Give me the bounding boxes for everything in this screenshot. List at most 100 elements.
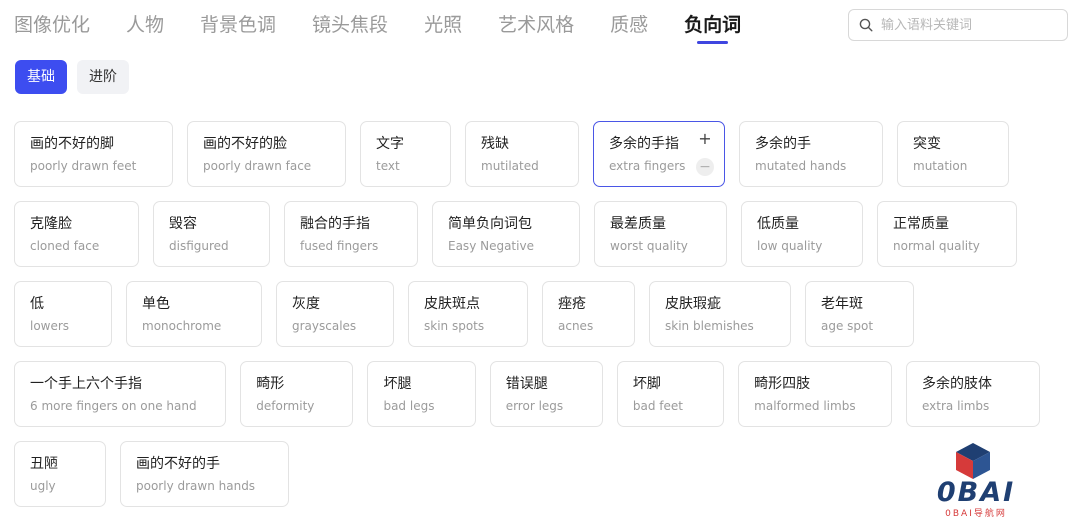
term-en: age spot (821, 319, 874, 333)
term-card[interactable]: 一个手上六个手指 6 more fingers on one hand (14, 361, 227, 427)
term-zh: 多余的手 (755, 136, 811, 152)
term-card[interactable]: 融合的手指 fused fingers (284, 201, 418, 267)
term-zh: 灰度 (292, 296, 320, 312)
term-en: skin blemishes (665, 319, 754, 333)
term-card[interactable]: 多余的手 mutated hands (739, 121, 883, 187)
term-row: 克隆脸 cloned face 毁容 disfigured 融合的手指 fuse… (14, 201, 1054, 267)
term-en: monochrome (142, 319, 222, 333)
tab-art-style[interactable]: 艺术风格 (498, 12, 574, 46)
plus-icon[interactable]: + (696, 130, 714, 148)
tab-background-tone[interactable]: 背景色调 (200, 12, 276, 46)
term-en: 6 more fingers on one hand (30, 399, 197, 413)
term-card[interactable]: 正常质量 normal quality (877, 201, 1017, 267)
logo-text: 0BAI (936, 477, 1016, 508)
term-card[interactable]: 畸形 deformity (240, 361, 354, 427)
tab-person[interactable]: 人物 (126, 12, 164, 46)
term-card[interactable]: 痤疮 acnes (542, 281, 635, 347)
term-card[interactable]: 坏脚 bad feet (616, 361, 725, 427)
term-row: 低 lowers 单色 monochrome 灰度 grayscales 皮肤斑… (14, 281, 1054, 347)
term-card[interactable]: 残缺 mutilated (465, 121, 579, 187)
term-zh: 皮肤瑕疵 (665, 296, 721, 312)
minus-icon[interactable]: − (696, 158, 714, 176)
term-zh: 痤疮 (558, 296, 586, 312)
term-en: poorly drawn face (203, 159, 312, 173)
term-card[interactable]: 单色 monochrome (126, 281, 262, 347)
term-en: acnes (558, 319, 594, 333)
term-zh: 残缺 (481, 136, 509, 152)
term-card-selected[interactable]: 多余的手指 extra fingers + − (593, 121, 725, 187)
term-zh: 画的不好的手 (136, 456, 220, 472)
subtab-advanced[interactable]: 进阶 (77, 60, 129, 94)
term-zh: 老年斑 (821, 296, 863, 312)
term-zh: 畸形 (256, 376, 285, 392)
term-card[interactable]: 多余的肢体 extra limbs (905, 361, 1040, 427)
tab-lens-focal[interactable]: 镜头焦段 (312, 12, 388, 46)
term-card[interactable]: 丑陋 ugly (14, 441, 106, 507)
term-zh: 错误腿 (505, 376, 548, 392)
term-en: mutation (913, 159, 968, 173)
term-card[interactable]: 皮肤斑点 skin spots (408, 281, 528, 347)
term-zh: 低 (30, 296, 44, 312)
term-zh: 多余的手指 (609, 136, 679, 152)
term-en: lowers (30, 319, 70, 333)
term-zh: 最差质量 (610, 216, 666, 232)
term-card[interactable]: 错误腿 error legs (489, 361, 603, 427)
term-en: disfigured (169, 239, 229, 253)
term-en: malformed limbs (754, 399, 856, 413)
prompt-library-page: 图像优化 人物 背景色调 镜头焦段 光照 艺术风格 质感 负向词 基础 进阶 画… (0, 0, 1080, 525)
subtab-basic[interactable]: 基础 (15, 60, 67, 94)
term-en: grayscales (292, 319, 357, 333)
tab-image-optimization[interactable]: 图像优化 (14, 12, 90, 46)
term-card[interactable]: 老年斑 age spot (805, 281, 914, 347)
term-card[interactable]: 最差质量 worst quality (594, 201, 727, 267)
term-card[interactable]: 畸形四肢 malformed limbs (738, 361, 892, 427)
tab-lighting[interactable]: 光照 (424, 12, 462, 46)
tab-texture[interactable]: 质感 (610, 12, 648, 46)
term-row: 一个手上六个手指 6 more fingers on one hand 畸形 d… (14, 361, 1054, 427)
term-zh: 一个手上六个手指 (30, 376, 142, 392)
term-en: extra limbs (921, 399, 990, 413)
search-box[interactable] (848, 9, 1068, 41)
search-input[interactable] (879, 16, 1063, 34)
term-en: fused fingers (300, 239, 379, 253)
category-tabs: 图像优化 人物 背景色调 镜头焦段 光照 艺术风格 质感 负向词 (14, 12, 777, 46)
term-en: skin spots (424, 319, 485, 333)
term-zh: 低质量 (757, 216, 799, 232)
term-card[interactable]: 坏腿 bad legs (367, 361, 476, 427)
term-card[interactable]: 毁容 disfigured (153, 201, 270, 267)
term-en: extra fingers (609, 159, 686, 173)
term-en: mutated hands (755, 159, 847, 173)
term-card[interactable]: 低 lowers (14, 281, 112, 347)
level-tabs: 基础 进阶 (15, 60, 139, 94)
term-zh: 单色 (142, 296, 170, 312)
term-en: poorly drawn feet (30, 159, 137, 173)
term-card[interactable]: 画的不好的脚 poorly drawn feet (14, 121, 173, 187)
term-en: poorly drawn hands (136, 479, 256, 493)
watermark-logo: 0BAI 0BAI导航网 (926, 441, 1026, 519)
term-zh: 皮肤斑点 (424, 296, 480, 312)
term-card[interactable]: 低质量 low quality (741, 201, 863, 267)
term-zh: 正常质量 (893, 216, 949, 232)
logo-subtext: 0BAI导航网 (945, 509, 1007, 519)
term-card[interactable]: 皮肤瑕疵 skin blemishes (649, 281, 791, 347)
term-en: error legs (505, 399, 564, 413)
term-card[interactable]: 简单负向词包 Easy Negative (432, 201, 580, 267)
term-card[interactable]: 画的不好的手 poorly drawn hands (120, 441, 289, 507)
term-en: normal quality (893, 239, 980, 253)
term-card[interactable]: 灰度 grayscales (276, 281, 394, 347)
term-en: cloned face (30, 239, 100, 253)
term-en: text (376, 159, 400, 173)
term-zh: 简单负向词包 (448, 216, 532, 232)
term-en: deformity (256, 399, 315, 413)
term-card[interactable]: 突变 mutation (897, 121, 1009, 187)
search-icon (859, 18, 873, 32)
term-card[interactable]: 文字 text (360, 121, 451, 187)
term-row: 画的不好的脚 poorly drawn feet 画的不好的脸 poorly d… (14, 121, 1054, 187)
term-card[interactable]: 画的不好的脸 poorly drawn face (187, 121, 346, 187)
tab-negative-words[interactable]: 负向词 (684, 12, 741, 46)
term-zh: 画的不好的脸 (203, 136, 287, 152)
term-card[interactable]: 克隆脸 cloned face (14, 201, 139, 267)
term-zh: 突变 (913, 136, 941, 152)
term-zh: 畸形四肢 (754, 376, 811, 392)
term-en: ugly (30, 479, 56, 493)
